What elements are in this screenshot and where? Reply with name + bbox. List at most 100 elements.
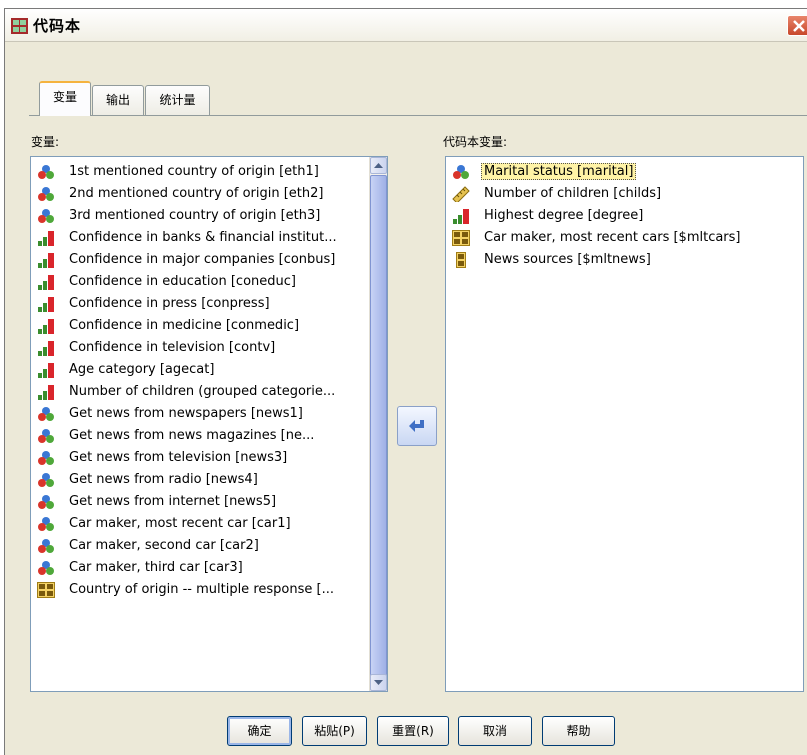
- list-item[interactable]: Number of children (grouped categorie...: [31, 381, 387, 403]
- list-item[interactable]: Age category [agecat]: [31, 359, 387, 381]
- list-item-label: News sources [$mltnews]: [484, 252, 651, 267]
- list-item[interactable]: Car maker, second car [car2]: [31, 535, 387, 557]
- move-to-codebook-button[interactable]: [397, 406, 437, 446]
- codebook-variable-list[interactable]: Marital status [marital] Number of childr…: [445, 156, 804, 692]
- list-item-label: Get news from television [news3]: [69, 450, 288, 465]
- nominal-icon: [37, 164, 55, 180]
- list-item-label: Number of children [childs]: [484, 186, 662, 201]
- multiresponse-set-icon: [37, 582, 55, 598]
- ordinal-icon: [37, 296, 55, 312]
- scroll-down-button[interactable]: [370, 674, 387, 691]
- nominal-icon: [37, 472, 55, 488]
- list-item[interactable]: Get news from news magazines [ne...: [31, 425, 387, 447]
- list-item-label: Confidence in medicine [conmedic]: [69, 318, 300, 333]
- ordinal-icon: [37, 274, 55, 290]
- list-item-label: Get news from newspapers [news1]: [69, 406, 303, 421]
- paste-button[interactable]: 粘贴(P): [302, 716, 367, 746]
- scroll-thumb[interactable]: [370, 175, 387, 677]
- nominal-icon: [37, 406, 55, 422]
- list-item[interactable]: Country of origin -- multiple response […: [31, 579, 387, 601]
- codebook-variables-label: 代码本变量:: [443, 135, 508, 149]
- list-item[interactable]: Confidence in major companies [conbus]: [31, 249, 387, 271]
- scroll-up-icon: [374, 163, 383, 168]
- list-item-label: 3rd mentioned country of origin [eth3]: [69, 208, 321, 223]
- list-item-label: Marital status [marital]: [481, 163, 637, 180]
- close-icon: [793, 20, 805, 32]
- list-item-label: Get news from news magazines [ne...: [69, 428, 315, 443]
- nominal-icon: [37, 538, 55, 554]
- variables-label: 变量:: [31, 135, 60, 149]
- reset-button[interactable]: 重置(R): [377, 716, 449, 746]
- tab-variables[interactable]: 变量: [39, 81, 91, 116]
- list-item-label: 2nd mentioned country of origin [eth2]: [69, 186, 324, 201]
- arrow-left-icon: [409, 420, 424, 432]
- list-item-label: Car maker, second car [car2]: [69, 538, 259, 553]
- tab-output-label: 输出: [105, 93, 130, 107]
- list-item-label: Number of children (grouped categorie...: [69, 384, 336, 399]
- list-item-label: 1st mentioned country of origin [eth1]: [69, 164, 319, 179]
- list-item-label: Get news from radio [news4]: [69, 472, 258, 487]
- source-variable-list[interactable]: 1st mentioned country of origin [eth1] 2n…: [30, 156, 388, 692]
- list-item-label: Confidence in major companies [conbus]: [69, 252, 336, 267]
- multiresponse-set-icon: [452, 230, 470, 246]
- dichotomy-set-icon: [452, 252, 470, 268]
- list-item[interactable]: 1st mentioned country of origin [eth1]: [31, 161, 387, 183]
- ordinal-icon: [37, 384, 55, 400]
- cancel-button[interactable]: 取消: [458, 716, 532, 746]
- list-item[interactable]: 2nd mentioned country of origin [eth2]: [31, 183, 387, 205]
- list-item-label: Car maker, most recent cars [$mltcars]: [484, 230, 741, 245]
- list-item[interactable]: Confidence in banks & financial institut…: [31, 227, 387, 249]
- list-item[interactable]: Get news from television [news3]: [31, 447, 387, 469]
- ordinal-icon: [37, 340, 55, 356]
- list-item[interactable]: 3rd mentioned country of origin [eth3]: [31, 205, 387, 227]
- list-item-label: Highest degree [degree]: [484, 208, 644, 223]
- list-item[interactable]: Car maker, most recent cars [$mltcars]: [446, 227, 803, 249]
- list-item-label: Confidence in television [contv]: [69, 340, 276, 355]
- help-button[interactable]: 帮助: [542, 716, 615, 746]
- list-item-label: Confidence in press [conpress]: [69, 296, 270, 311]
- list-item-label: Car maker, most recent car [car1]: [69, 516, 291, 531]
- list-item-label: Confidence in education [coneduc]: [69, 274, 296, 289]
- window-title: 代码本: [33, 17, 82, 35]
- list-item[interactable]: Get news from internet [news5]: [31, 491, 387, 513]
- ordinal-icon: [37, 230, 55, 246]
- tab-panel-border: [29, 115, 807, 116]
- list-item[interactable]: Confidence in education [coneduc]: [31, 271, 387, 293]
- scale-icon: [452, 186, 470, 204]
- list-item[interactable]: Car maker, third car [car3]: [31, 557, 387, 579]
- list-item[interactable]: Highest degree [degree]: [446, 205, 803, 227]
- list-item[interactable]: Number of children [childs]: [446, 183, 803, 205]
- codebook-dialog: 代码本 变量 输出 统计量 变量: 代码本变量: 1st mentioned c…: [4, 8, 807, 755]
- source-list-scrollbar[interactable]: [369, 157, 387, 691]
- list-item-label: Country of origin -- multiple response […: [69, 582, 334, 597]
- ok-button[interactable]: 确定: [227, 716, 292, 746]
- ordinal-icon: [37, 252, 55, 268]
- tab-statistics-label: 统计量: [159, 93, 196, 107]
- tab-output[interactable]: 输出: [92, 85, 144, 115]
- list-item[interactable]: Confidence in television [contv]: [31, 337, 387, 359]
- ordinal-icon: [452, 208, 470, 224]
- scroll-up-button[interactable]: [370, 157, 387, 174]
- nominal-icon: [452, 164, 470, 180]
- list-item[interactable]: News sources [$mltnews]: [446, 249, 803, 271]
- nominal-icon: [37, 428, 55, 444]
- nominal-icon: [37, 450, 55, 466]
- list-item[interactable]: Get news from newspapers [news1]: [31, 403, 387, 425]
- list-item[interactable]: Confidence in medicine [conmedic]: [31, 315, 387, 337]
- nominal-icon: [37, 494, 55, 510]
- title-bar: 代码本: [5, 9, 807, 42]
- ordinal-icon: [37, 318, 55, 334]
- tab-statistics[interactable]: 统计量: [145, 85, 210, 115]
- list-item-label: Confidence in banks & financial institut…: [69, 230, 337, 245]
- close-button[interactable]: [787, 15, 807, 36]
- nominal-icon: [37, 186, 55, 202]
- list-item[interactable]: Car maker, most recent car [car1]: [31, 513, 387, 535]
- nominal-icon: [37, 516, 55, 532]
- list-item-label: Car maker, third car [car3]: [69, 560, 243, 575]
- nominal-icon: [37, 208, 55, 224]
- list-item[interactable]: Get news from radio [news4]: [31, 469, 387, 491]
- list-item[interactable]: Confidence in press [conpress]: [31, 293, 387, 315]
- nominal-icon: [37, 560, 55, 576]
- list-item[interactable]: Marital status [marital]: [446, 161, 803, 183]
- list-item-label: Age category [agecat]: [69, 362, 215, 377]
